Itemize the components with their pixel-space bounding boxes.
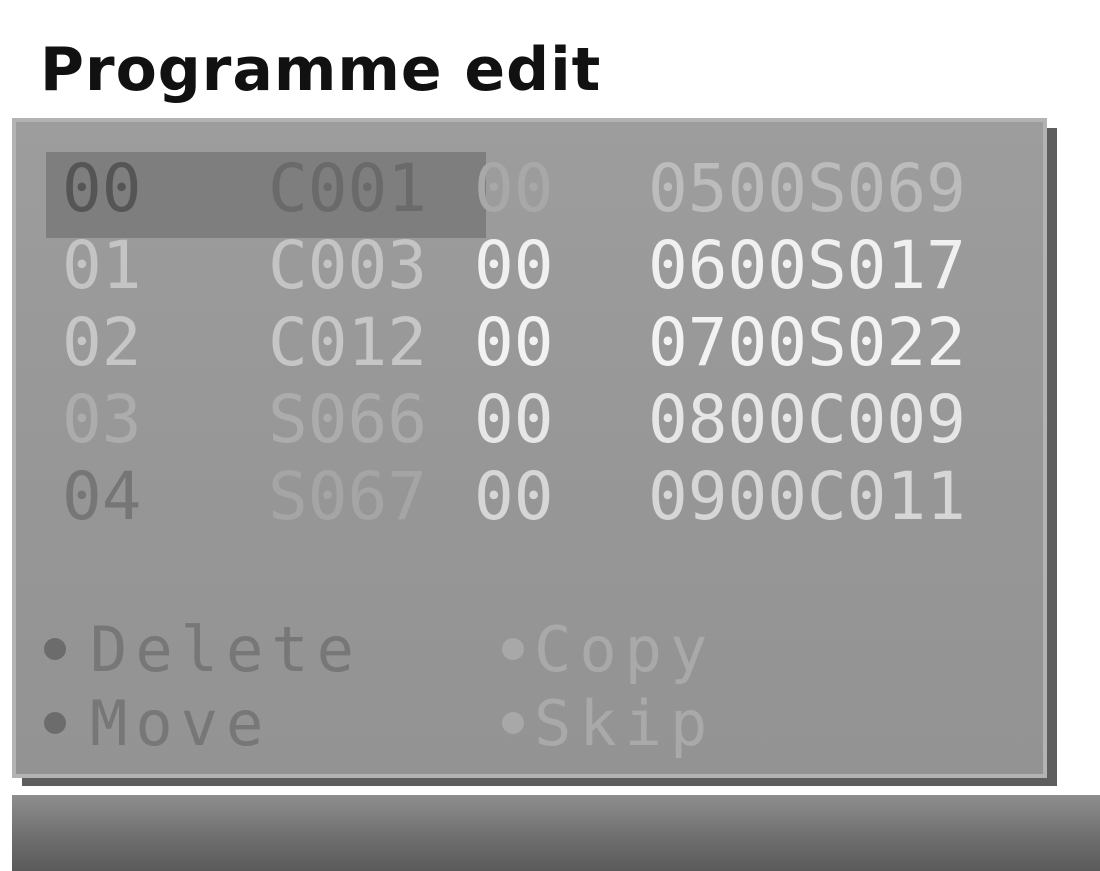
bullet-icon [44,638,66,660]
programme-row[interactable]: 03 S066 00 0800C009 [62,381,966,458]
programme-number: 02 [62,304,142,381]
programme-time-end: 0600S017 [648,227,966,304]
copy-label: Copy [534,612,716,686]
page-title: Programme edit [40,35,602,105]
bullet-icon [502,638,524,660]
programme-channel: S066 [268,381,427,458]
programme-time-end: 0800C009 [648,381,966,458]
programme-channel: S067 [268,458,427,535]
programme-time-start: 00 [474,381,554,458]
programme-channel: C012 [268,304,427,381]
bullet-icon [502,712,524,734]
programme-time-start: 00 [474,227,554,304]
programme-time-start: 00 [474,150,554,227]
programme-row[interactable]: 00 C001 00 0500S069 [62,150,966,227]
programme-row[interactable]: 01 C003 00 0600S017 [62,227,966,304]
programme-number: 00 [62,150,142,227]
programme-time-end: 0500S069 [648,150,966,227]
programme-channel: C003 [268,227,427,304]
delete-action[interactable]: Delete [40,613,498,686]
programme-number: 04 [62,458,142,535]
programme-time-start: 00 [474,304,554,381]
programme-list: 00 C001 00 0500S069 01 C003 00 0600S017 … [62,150,966,535]
programme-number: 01 [62,227,142,304]
action-line: Move Skip [40,686,715,760]
programme-time-start: 00 [474,458,554,535]
move-action[interactable]: Move [40,687,498,760]
programme-row[interactable]: 04 S067 00 0900C011 [62,458,966,535]
programme-time-end: 0900C011 [648,458,966,535]
programme-channel: C001 [268,150,427,227]
skip-action[interactable]: Skip [498,687,715,760]
programme-number: 03 [62,381,142,458]
copy-action[interactable]: Copy [498,613,715,686]
action-menu: Delete Copy Move Skip [40,612,715,760]
skip-label: Skip [534,686,716,760]
programme-time-end: 0700S022 [648,304,966,381]
action-line: Delete Copy [40,612,715,686]
bullet-icon [44,712,66,734]
delete-label: Delete [90,612,362,686]
programme-row[interactable]: 02 C012 00 0700S022 [62,304,966,381]
move-label: Move [90,686,272,760]
bottom-bar [12,795,1100,871]
